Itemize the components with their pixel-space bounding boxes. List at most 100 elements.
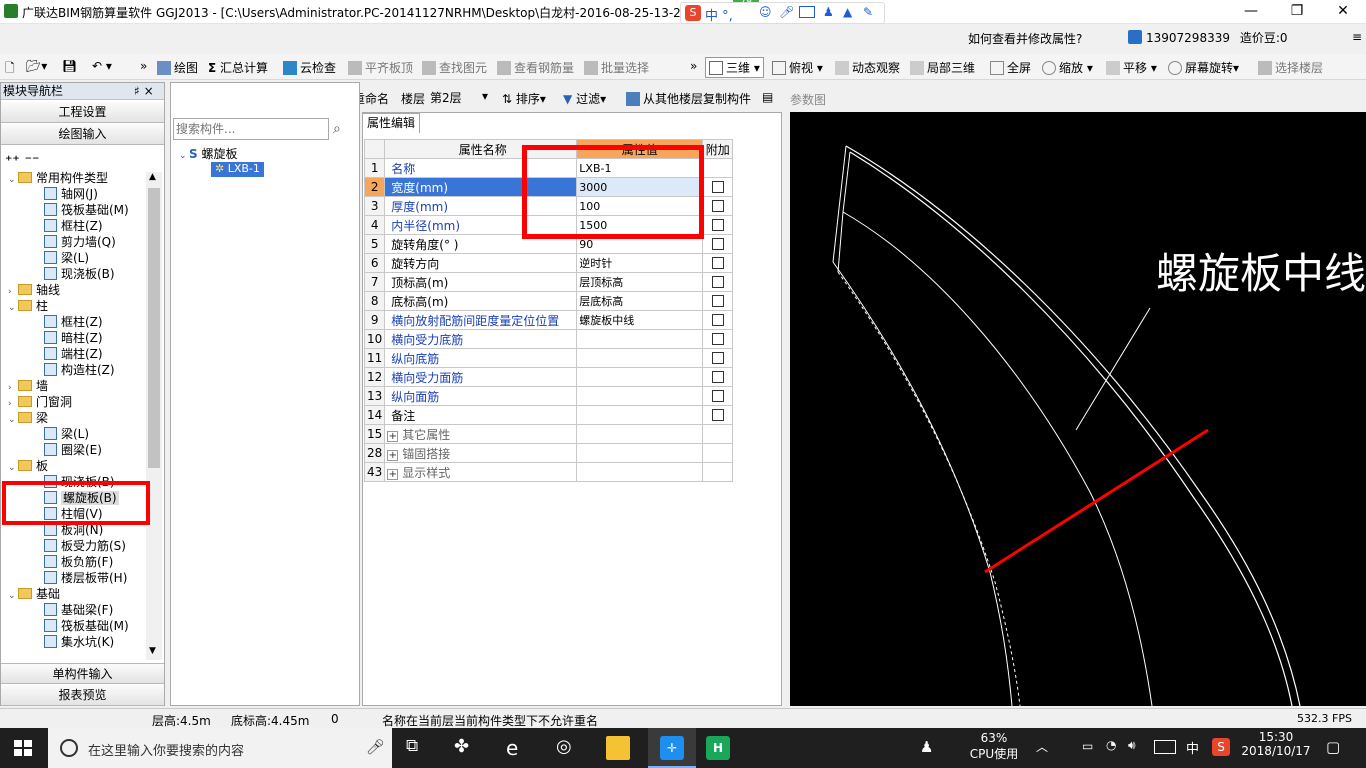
- user-icon[interactable]: ♟: [823, 5, 834, 19]
- tree-item[interactable]: 基础梁(F): [44, 602, 113, 618]
- batch-select-button[interactable]: 批量选择: [584, 59, 649, 76]
- property-row[interactable]: 6 旋转方向 逆时针: [363, 253, 734, 273]
- tree-folder[interactable]: ⌄ 基础: [8, 586, 60, 602]
- zoom-button[interactable]: 缩放 ▾: [1042, 59, 1093, 76]
- ime-indicator[interactable]: 中: [1186, 738, 1199, 757]
- flush-top-button[interactable]: 平齐板顶: [348, 59, 413, 76]
- attach-checkbox[interactable]: [711, 409, 724, 421]
- component-search-input[interactable]: [173, 118, 329, 140]
- component-lxb1[interactable]: ✲ LXB-1: [211, 162, 264, 177]
- scroll-down-icon[interactable]: ▼: [149, 646, 156, 656]
- copy-from-floor-button[interactable]: 从其他楼层复制构件: [626, 90, 751, 107]
- find-element-button[interactable]: 查找图元: [422, 59, 487, 76]
- menu-expand-icon[interactable]: ≡: [1352, 30, 1362, 44]
- clock[interactable]: 15:30 2018/10/17: [1240, 730, 1312, 758]
- taskbar-search-box[interactable]: 在这里输入你要搜索的内容 🎤︎: [48, 728, 392, 768]
- attach-cell[interactable]: [702, 177, 734, 197]
- dynamic-view-button[interactable]: 动态观察: [835, 59, 900, 76]
- tree-item[interactable]: 轴网(J): [44, 186, 98, 202]
- attach-checkbox[interactable]: [711, 390, 724, 402]
- sogou-tray-icon[interactable]: S: [1212, 738, 1230, 756]
- tree-item[interactable]: 框柱(Z): [44, 218, 103, 234]
- attach-cell[interactable]: [702, 367, 734, 387]
- select-floor-button[interactable]: 选择楼层: [1258, 59, 1323, 76]
- report-preview-button[interactable]: 报表预览: [1, 685, 164, 706]
- expand-icon[interactable]: ⌄: [8, 460, 18, 476]
- fullscreen-button[interactable]: 全屏: [990, 59, 1031, 76]
- save-icon[interactable]: 💾︎: [62, 59, 77, 73]
- tree-item[interactable]: 框柱(Z): [44, 314, 103, 330]
- attach-cell[interactable]: [702, 424, 734, 444]
- expand-icon[interactable]: ⌄: [8, 588, 18, 604]
- overflow-icon[interactable]: »: [140, 59, 147, 73]
- property-value[interactable]: 层底标高: [576, 291, 704, 311]
- view-rebar-button[interactable]: 查看钢筋量: [497, 59, 574, 76]
- floor-select[interactable]: 第2层 ▾: [430, 89, 494, 106]
- tree-folder[interactable]: › 门窗洞: [8, 394, 72, 410]
- tree-folder[interactable]: ⌄ 常用构件类型: [8, 170, 108, 186]
- pin-close-icon[interactable]: ♯ ×: [134, 83, 154, 99]
- property-value[interactable]: [576, 462, 704, 482]
- property-row[interactable]: 7 顶标高(m) 层顶标高: [363, 272, 734, 292]
- help-link[interactable]: 如何查看并修改属性?: [968, 30, 1082, 47]
- attach-cell[interactable]: [702, 405, 734, 425]
- attach-checkbox[interactable]: [711, 219, 724, 231]
- draw-button[interactable]: 绘图: [157, 59, 198, 76]
- tree-item[interactable]: 板负筋(F): [44, 554, 113, 570]
- property-row[interactable]: 13 纵向面筋: [363, 386, 734, 406]
- attach-cell[interactable]: [702, 348, 734, 368]
- overflow2-icon[interactable]: »: [690, 59, 697, 73]
- expand-group-icon[interactable]: +: [387, 449, 399, 461]
- tree-item[interactable]: 筏板基础(M): [44, 202, 129, 218]
- minimize-button[interactable]: —: [1228, 0, 1274, 24]
- attach-cell[interactable]: [702, 158, 734, 178]
- tree-root[interactable]: ⌄ S 螺旋板: [179, 145, 238, 162]
- fan-app-icon[interactable]: ✤: [454, 736, 478, 760]
- attach-cell[interactable]: [702, 215, 734, 235]
- tree-scrollbar[interactable]: ▲ ▼: [146, 172, 162, 660]
- property-value[interactable]: [576, 329, 704, 349]
- property-value[interactable]: 螺旋板中线: [576, 310, 704, 330]
- property-value[interactable]: 层顶标高: [576, 272, 704, 292]
- tree-item[interactable]: 梁(L): [44, 426, 89, 442]
- property-value[interactable]: [576, 386, 704, 406]
- tree-item[interactable]: 圈梁(E): [44, 442, 102, 458]
- property-value[interactable]: 逆时针: [576, 253, 704, 273]
- user-account[interactable]: 13907298339 造价豆:0: [1128, 29, 1288, 46]
- tree-folder[interactable]: ⌄ 柱: [8, 298, 48, 314]
- task-view-icon[interactable]: ⧉: [406, 736, 430, 760]
- property-row[interactable]: 10 横向受力底筋: [363, 329, 734, 349]
- new-file-icon[interactable]: 🗋: [5, 59, 15, 80]
- property-row[interactable]: 9 横向放射配筋间距度量定位位置 螺旋板中线: [363, 310, 734, 330]
- expand-icon[interactable]: ⌄: [8, 412, 18, 428]
- attach-cell[interactable]: [702, 272, 734, 292]
- cloud-check-button[interactable]: 云检查: [283, 59, 336, 76]
- expand-icon[interactable]: ⌄: [8, 172, 18, 188]
- emoji-icon[interactable]: ☺: [759, 5, 772, 19]
- ggj-app-icon[interactable]: H: [706, 736, 730, 760]
- volume-icon[interactable]: 🔊︎: [1128, 738, 1136, 753]
- draw-input-button[interactable]: 绘图输入: [1, 124, 164, 145]
- device-icon[interactable]: ▭: [1082, 739, 1093, 753]
- attach-checkbox[interactable]: [711, 371, 724, 383]
- attach-cell[interactable]: [702, 443, 734, 463]
- property-value[interactable]: [576, 348, 704, 368]
- filter-button[interactable]: ▼ 过滤▾: [563, 90, 606, 107]
- attach-checkbox[interactable]: [711, 276, 724, 288]
- parameter-diagram[interactable]: 螺旋板中线: [790, 112, 1366, 707]
- top-view-button[interactable]: 俯视 ▾: [772, 59, 823, 76]
- tree-item[interactable]: 集水坑(K): [44, 634, 114, 650]
- notification-icon[interactable]: ▢: [1326, 738, 1340, 756]
- scroll-up-icon[interactable]: ▲: [149, 172, 156, 182]
- attach-cell[interactable]: [702, 253, 734, 273]
- sort-button[interactable]: ⇅ 排序▾: [502, 90, 546, 107]
- tree-item[interactable]: 板受力筋(S): [44, 538, 126, 554]
- tree-folder[interactable]: › 轴线: [8, 282, 60, 298]
- attach-cell[interactable]: [702, 462, 734, 482]
- property-value[interactable]: [576, 424, 704, 444]
- property-row[interactable]: 43 + 显示样式: [363, 462, 734, 482]
- close-button[interactable]: ✕: [1320, 0, 1366, 24]
- rotate-button[interactable]: 屏幕旋转▾: [1168, 59, 1239, 76]
- view-mode-select[interactable]: 三维 ▾: [705, 57, 764, 78]
- cpu-meter[interactable]: 63% CPU使用: [966, 731, 1022, 762]
